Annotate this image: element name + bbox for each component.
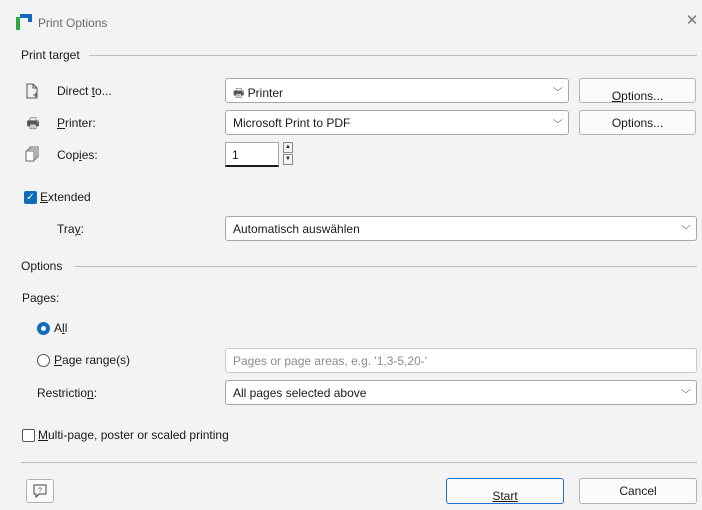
tray-label: Tray: — [57, 222, 84, 236]
all-pages-label: All — [54, 321, 68, 335]
direct-to-value: 🖶 Printer — [233, 86, 284, 100]
help-icon: ? — [33, 484, 47, 499]
chevron-down-icon: ⌵ — [553, 115, 564, 126]
title-bar: Print Options ✕ — [0, 0, 702, 44]
copies-value: 1 — [232, 148, 239, 162]
document-arrow-icon — [26, 83, 38, 99]
start-button[interactable]: Start — [446, 478, 564, 504]
copies-decrement-button[interactable]: ▼ — [283, 154, 293, 165]
section-title-print-target: Print target — [21, 48, 80, 62]
tray-value: Automatisch auswählen — [233, 222, 360, 236]
cancel-button[interactable]: Cancel — [579, 478, 697, 504]
close-icon[interactable]: ✕ — [684, 13, 700, 29]
direct-to-select[interactable]: 🖶 Printer ⌵ — [225, 78, 569, 103]
section-title-options: Options — [21, 259, 63, 273]
extended-label: Extended — [40, 190, 91, 204]
printer-label: Printer: — [57, 116, 96, 130]
window-title: Print Options — [38, 16, 108, 30]
page-range-placeholder: Pages or page areas, e.g. '1,3-5,20-' — [233, 354, 428, 368]
direct-to-label: Direct to... — [57, 84, 112, 98]
copies-input[interactable]: 1 — [225, 142, 279, 167]
all-pages-radio[interactable] — [37, 322, 50, 335]
extended-checkbox[interactable]: ✓ — [24, 191, 37, 204]
chevron-down-icon: ⌵ — [553, 83, 564, 94]
copies-icon — [25, 146, 39, 162]
printer-value: Microsoft Print to PDF — [233, 116, 351, 130]
printer-options-button[interactable]: Options... — [579, 110, 696, 135]
chevron-down-icon: ⌵ — [681, 385, 692, 396]
page-range-radio[interactable] — [37, 354, 50, 367]
footer-divider — [21, 462, 697, 463]
help-button[interactable]: ? — [26, 479, 54, 503]
page-range-label: Page range(s) — [54, 353, 131, 367]
printer-icon: 🖶 — [26, 115, 40, 131]
multipage-checkbox[interactable] — [22, 429, 35, 442]
app-logo-icon — [16, 14, 32, 30]
section-divider — [89, 55, 697, 56]
restriction-value: All pages selected above — [233, 386, 367, 400]
svg-text:?: ? — [38, 488, 42, 495]
multipage-label: Multi-page, poster or scaled printing — [38, 428, 229, 442]
chevron-down-icon: ⌵ — [681, 221, 692, 232]
direct-to-options-button[interactable]: Options... — [579, 78, 696, 103]
section-divider — [75, 266, 697, 267]
printer-select[interactable]: Microsoft Print to PDF ⌵ — [225, 110, 569, 135]
tray-select[interactable]: Automatisch auswählen ⌵ — [225, 216, 697, 241]
copies-increment-button[interactable]: ▲ — [283, 142, 293, 153]
copies-label: Copies: — [57, 148, 98, 162]
pages-label: Pages: — [22, 291, 60, 305]
restriction-label: Restriction: — [37, 386, 98, 400]
page-range-input[interactable]: Pages or page areas, e.g. '1,3-5,20-' — [225, 348, 697, 373]
printer-icon: 🖶 — [233, 86, 245, 100]
restriction-select[interactable]: All pages selected above ⌵ — [225, 380, 697, 405]
